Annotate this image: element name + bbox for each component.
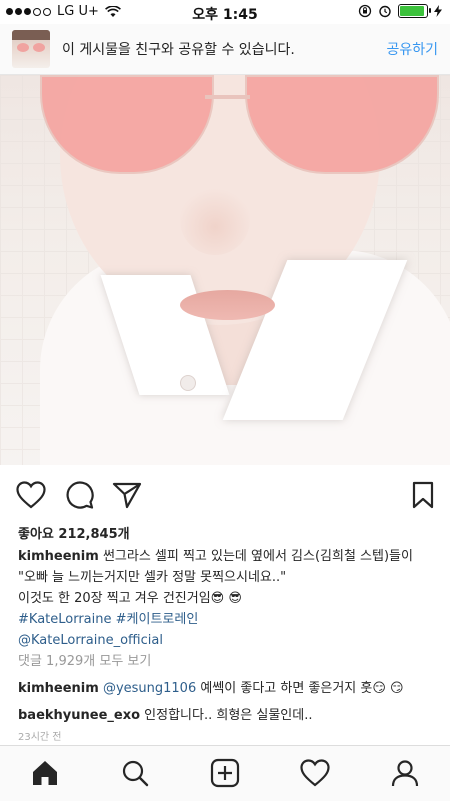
status-icons (358, 4, 442, 18)
lock-rotation-icon (358, 4, 372, 18)
comment-username[interactable]: kimheenim (18, 681, 99, 696)
comment-text: 인정합니다.. 희형은 실물인데.. (140, 708, 313, 723)
caption-hashtags[interactable]: #KateLorraine #케이트로레인 (18, 609, 438, 630)
charging-icon (434, 5, 442, 17)
alarm-icon (378, 4, 392, 18)
search-icon[interactable] (120, 758, 150, 788)
caption-username[interactable]: kimheenim (18, 549, 99, 564)
status-bar: LG U+ 오후 1:45 (0, 0, 450, 24)
share-banner: 이 게시물을 친구와 공유할 수 있습니다. 공유하기 (0, 24, 450, 75)
comment-text: 예쎅이 좋다고 하면 좋은거지 훗😏 😏 (196, 681, 404, 696)
heart-icon[interactable] (16, 480, 46, 510)
share-button[interactable]: 공유하기 (386, 39, 438, 59)
battery-icon (398, 4, 431, 18)
activity-heart-icon[interactable] (300, 758, 330, 788)
comment-item: kimheenim @yesung1106 예쎅이 좋다고 하면 좋은거지 훗😏… (18, 677, 438, 696)
post-timestamp: 23시간 전 (18, 732, 62, 743)
post-image[interactable] (0, 75, 450, 465)
share-banner-text: 이 게시물을 친구와 공유할 수 있습니다. (62, 42, 295, 58)
caption-text-2: "오빠 늘 느끼는거지만 셀카 정말 못찍으시네요.." (18, 570, 287, 585)
comment-username[interactable]: baekhyunee_exo (18, 708, 140, 723)
comment-item: baekhyunee_exo 인정합니다.. 희형은 실물인데.. (18, 704, 438, 723)
comment-mention[interactable]: @yesung1106 (103, 681, 196, 696)
home-icon[interactable] (30, 758, 60, 788)
comment-icon[interactable] (64, 480, 94, 510)
likes-count[interactable]: 좋아요 212,845개 (18, 523, 130, 542)
bookmark-icon[interactable] (408, 480, 438, 510)
profile-icon[interactable] (390, 758, 420, 788)
post-caption: kimheenim 썬그라스 셀피 찍고 있는데 옆에서 김스(김희철 스텝)들… (18, 546, 438, 651)
view-all-comments-link[interactable]: 댓글 1,929개 모두 보기 (18, 650, 151, 669)
post-actions (0, 474, 450, 514)
caption-mention[interactable]: @KateLorraine_official (18, 630, 438, 651)
post-thumbnail (12, 30, 50, 68)
caption-line-1: kimheenim 썬그라스 셀피 찍고 있는데 옆에서 김스(김희철 스텝)들… (18, 546, 438, 567)
bottom-tab-bar (0, 745, 450, 801)
caption-text-1: 썬그라스 셀피 찍고 있는데 옆에서 김스(김희철 스텝)들이 (102, 549, 413, 564)
add-icon[interactable] (210, 758, 240, 788)
send-icon[interactable] (112, 480, 142, 510)
caption-text-3: 이것도 한 20장 찍고 겨우 건진거임😎 😎 (18, 591, 242, 606)
